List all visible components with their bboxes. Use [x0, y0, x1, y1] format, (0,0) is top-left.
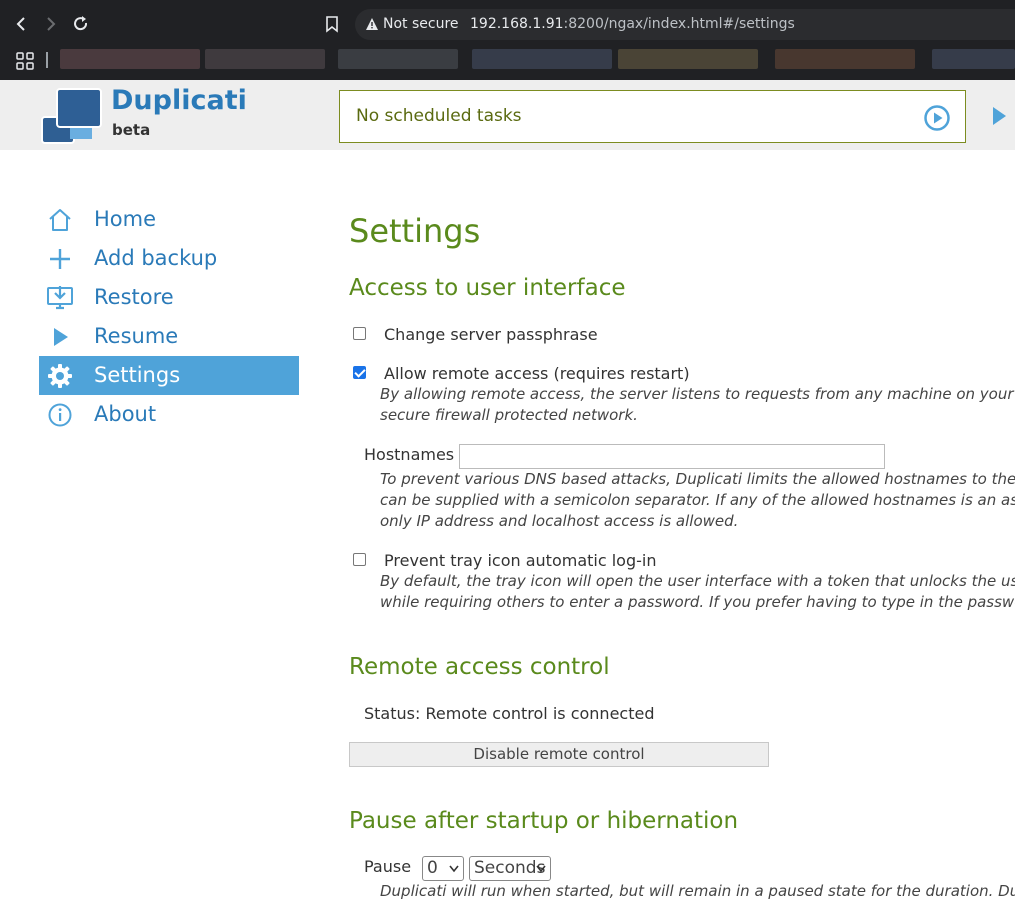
tray-login-hint: while requiring others to enter a passwo… — [380, 593, 1015, 611]
tray-login-hint: By default, the tray icon will open the … — [380, 572, 1015, 590]
pause-label: Pause — [364, 857, 412, 876]
change-passphrase-checkbox[interactable] — [353, 327, 366, 340]
allow-remote-access-checkbox[interactable] — [353, 366, 366, 379]
app-name[interactable]: Duplicati — [111, 85, 247, 116]
schedule-status-text: No scheduled tasks — [356, 106, 522, 126]
section-title-remote-control: Remote access control — [349, 654, 610, 680]
run-now-icon[interactable] — [923, 104, 951, 132]
hostnames-hint: only IP address and localhost access is … — [380, 512, 739, 530]
sidebar-item-label: Resume — [94, 324, 179, 348]
app-edition: beta — [112, 121, 151, 139]
sidebar-item-about[interactable]: About — [39, 395, 299, 434]
restore-icon — [47, 286, 73, 310]
allow-remote-access-label[interactable]: Allow remote access (requires restart) — [384, 364, 690, 383]
pause-hint: Duplicati will run when started, but wil… — [380, 882, 1015, 900]
home-icon — [49, 209, 71, 231]
sidebar-item-label: Restore — [94, 285, 174, 309]
change-passphrase-label[interactable]: Change server passphrase — [384, 325, 598, 344]
schedule-status-box: No scheduled tasks — [339, 90, 966, 143]
plus-icon — [50, 249, 70, 269]
bookmark-item[interactable] — [205, 49, 325, 69]
section-title-access: Access to user interface — [349, 275, 626, 301]
sidebar-item-settings[interactable]: Settings — [39, 356, 299, 395]
chevron-down-icon — [449, 865, 459, 873]
forward-icon[interactable] — [41, 14, 61, 34]
hostnames-hint: To prevent various DNS based attacks, Du… — [380, 470, 1015, 488]
url-text[interactable]: 192.168.1.91:8200/ngax/index.html#/setti… — [470, 16, 795, 32]
page-title: Settings — [349, 212, 481, 250]
warning-icon — [366, 18, 378, 30]
remote-access-hint: By allowing remote access, the server li… — [380, 385, 1015, 403]
section-title-pause: Pause after startup or hibernation — [349, 808, 739, 834]
info-icon — [48, 403, 72, 427]
resume-icon[interactable] — [991, 106, 1007, 126]
gear-icon — [48, 364, 72, 388]
app-header: Duplicati beta No scheduled tasks — [0, 80, 1015, 150]
pause-unit-select[interactable]: Seconds — [469, 856, 551, 881]
sidebar-item-label: Settings — [94, 363, 181, 387]
sidebar-item-label: Add backup — [94, 246, 218, 270]
bookmark-item[interactable] — [775, 49, 915, 69]
duplicati-logo-icon[interactable] — [40, 88, 102, 144]
hostnames-hint: can be supplied with a semicolon separat… — [380, 491, 1015, 509]
address-bar[interactable]: Not secure 192.168.1.91:8200/ngax/index.… — [355, 9, 1015, 40]
bookmark-icon[interactable] — [322, 14, 342, 34]
hostnames-input[interactable] — [459, 444, 885, 469]
pause-amount-select[interactable]: 0 — [422, 856, 464, 881]
bookmarks-bar — [0, 40, 1015, 80]
sidebar-item-label: About — [94, 402, 157, 426]
back-icon[interactable] — [11, 14, 31, 34]
sidebar-item-resume[interactable]: Resume — [39, 317, 299, 356]
hostnames-label: Hostnames — [364, 445, 455, 464]
prevent-tray-login-label[interactable]: Prevent tray icon automatic log-in — [384, 551, 656, 570]
remote-control-status: Status: Remote control is connected — [364, 704, 655, 723]
sidebar-nav: Home Add backup Restore Resume Settings … — [39, 200, 299, 434]
bookmarks-separator — [46, 52, 48, 68]
remote-access-hint: secure firewall protected network. — [380, 406, 638, 424]
reload-icon[interactable] — [71, 14, 91, 34]
bookmark-item[interactable] — [60, 49, 200, 69]
sidebar-item-add-backup[interactable]: Add backup — [39, 239, 299, 278]
chevron-down-icon — [536, 865, 546, 873]
sidebar-item-label: Home — [94, 207, 157, 231]
bookmark-item[interactable] — [338, 49, 458, 69]
apps-grid-icon[interactable] — [16, 52, 34, 70]
prevent-tray-login-checkbox[interactable] — [353, 553, 366, 566]
sidebar-item-home[interactable]: Home — [39, 200, 299, 239]
bookmark-item[interactable] — [932, 49, 1015, 69]
play-icon — [54, 328, 68, 346]
disable-remote-control-button[interactable]: Disable remote control — [349, 742, 769, 767]
bookmark-item[interactable] — [472, 49, 612, 69]
security-label[interactable]: Not secure — [383, 16, 459, 32]
sidebar-item-restore[interactable]: Restore — [39, 278, 299, 317]
bookmark-item[interactable] — [618, 49, 758, 69]
